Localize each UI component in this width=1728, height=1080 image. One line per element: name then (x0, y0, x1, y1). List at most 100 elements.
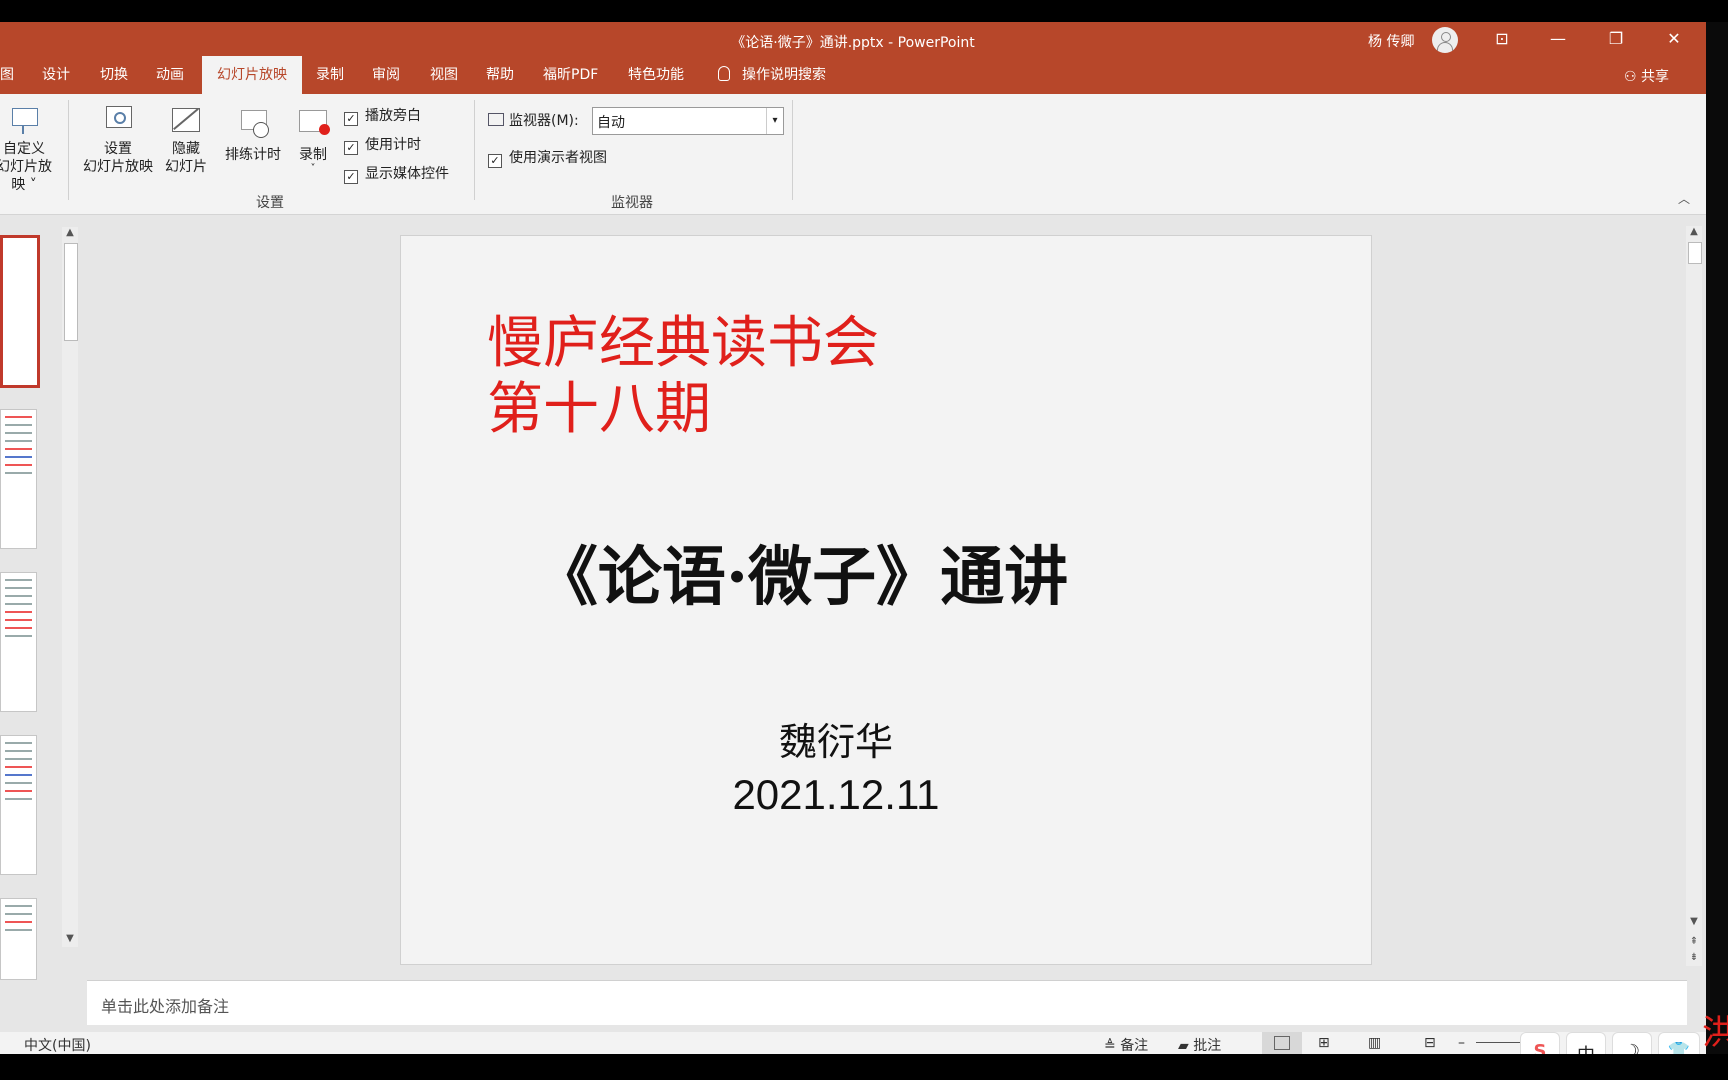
tab-foxit-pdf[interactable]: 福昕PDF (543, 56, 598, 94)
avatar-head-icon (1441, 32, 1451, 42)
notes-pane[interactable]: 单击此处添加备注 (87, 980, 1687, 1025)
slide-thumbnail[interactable] (0, 409, 37, 549)
custom-show-line1: 自定义 (3, 141, 45, 157)
next-slide-icon[interactable]: ⇟ (1686, 952, 1702, 963)
setup-show-line2: 幻灯片放映 (83, 159, 153, 175)
grid-icon: ⊞ (1318, 1035, 1330, 1051)
scrollbar-thumb[interactable] (1688, 242, 1702, 264)
slide-author[interactable]: 魏衍华 (401, 711, 1271, 766)
comments-label: 批注 (1193, 1038, 1222, 1054)
ime-chinese-mode-button[interactable]: 中 (1566, 1032, 1606, 1054)
slide-date[interactable]: 2021.12.11 (401, 771, 1271, 819)
divider (792, 100, 793, 200)
collapse-ribbon-icon[interactable]: ︿ (1678, 190, 1690, 207)
slide-thumbnail[interactable] (0, 735, 37, 875)
reading-view-button[interactable]: ▥ (1368, 1035, 1381, 1051)
checkbox-check-icon: ✓ (344, 112, 358, 126)
user-name[interactable]: 杨 传卿 (1368, 31, 1414, 51)
slide-thumbnail[interactable] (0, 898, 37, 980)
hide-slide-icon (170, 104, 202, 136)
presenter-view-checkbox[interactable]: ✓ 使用演示者视图 (488, 147, 607, 168)
checkbox-check-icon: ✓ (344, 141, 358, 155)
tell-me-search[interactable]: 操作说明搜索 (718, 56, 826, 94)
setup-slide-show-button[interactable]: 设置 幻灯片放映 (78, 104, 158, 176)
tab-view[interactable]: 视图 (430, 56, 458, 94)
tab-help[interactable]: 帮助 (486, 56, 514, 94)
group-label-monitor: 监视器 (611, 195, 653, 211)
record-icon (297, 110, 330, 142)
play-narrations-checkbox[interactable]: ✓ 播放旁白 (344, 105, 421, 126)
slide-thumbnail-pane: ▲ ▼ (0, 215, 78, 1015)
thumbnail-scrollbar[interactable]: ▲ ▼ (62, 227, 78, 947)
tab-transitions[interactable]: 切换 (100, 56, 128, 94)
book-icon: ▥ (1368, 1035, 1382, 1051)
divider (68, 100, 69, 200)
tab-animations[interactable]: 动画 (156, 56, 184, 94)
status-bar: 中文(中国) ≜ 备注 ▰ 批注 ⊞ ▥ ⊟ – (0, 1032, 1706, 1054)
powerpoint-window: 《论语·微子》通讲.pptx - PowerPoint 杨 传卿 ⊡ — ❐ ✕… (0, 22, 1706, 1054)
tab-features[interactable]: 特色功能 (628, 56, 684, 94)
notes-toggle-button[interactable]: ≜ 备注 (1104, 1035, 1148, 1054)
tell-me-label: 操作说明搜索 (742, 67, 826, 83)
chinese-mode-icon: 中 (1567, 1041, 1605, 1054)
tab-design[interactable]: 设计 (42, 56, 70, 94)
comments-toggle-button[interactable]: ▰ 批注 (1178, 1035, 1221, 1054)
slide-sorter-button[interactable]: ⊞ (1318, 1035, 1330, 1051)
ribbon-display-options-button[interactable]: ⊡ (1474, 22, 1530, 56)
slide-show-view-button[interactable]: ⊟ (1424, 1035, 1436, 1051)
slide-title-line1[interactable]: 慢庐经典读书会 (487, 311, 879, 377)
normal-view-icon (1274, 1036, 1290, 1050)
normal-view-button[interactable] (1262, 1032, 1302, 1054)
notes-label: 备注 (1120, 1038, 1149, 1054)
tab-insert-partial[interactable]: 图 (0, 56, 14, 94)
tab-record[interactable]: 录制 (316, 56, 344, 94)
group-label-setup: 设置 (256, 195, 284, 211)
zoom-out-button[interactable]: – (1458, 1035, 1465, 1051)
restore-button[interactable]: ❐ (1588, 22, 1644, 56)
show-media-controls-label: 显示媒体控件 (365, 166, 449, 182)
avatar-body-icon (1437, 42, 1453, 53)
tab-slide-show[interactable]: 幻灯片放映 (202, 56, 302, 94)
monitor-icon (488, 113, 504, 126)
ime-sogou-button[interactable]: S (1520, 1032, 1560, 1054)
minimize-button[interactable]: — (1530, 22, 1586, 56)
rehearse-timings-button[interactable]: 排练计时 (220, 104, 286, 164)
custom-show-icon (8, 104, 40, 136)
scroll-down-icon[interactable]: ▼ (62, 933, 78, 944)
use-timings-checkbox[interactable]: ✓ 使用计时 (344, 134, 421, 155)
slide-title-line2[interactable]: 第十八期 (487, 377, 711, 443)
record-button[interactable]: 录制 ˅ (290, 104, 336, 174)
tab-review[interactable]: 审阅 (372, 56, 400, 94)
ribbon-slide-show: 自定义 幻灯片放映 ˅ 设置 幻灯片放映 隐藏 幻灯片 排练计时 录制 ˅ ✓ … (0, 94, 1706, 215)
slide-canvas[interactable]: 慢庐经典读书会 第十八期 《论语·微子》通讲 魏衍华 2021.12.11 (400, 235, 1372, 965)
scroll-up-icon[interactable]: ▲ (62, 227, 78, 238)
share-button[interactable]: ⚇ 共享 (1624, 66, 1669, 86)
slide-main-title[interactable]: 《论语·微子》通讲 (401, 526, 1201, 618)
monitor-select-value: 自动 (597, 115, 625, 131)
rehearse-label: 排练计时 (225, 147, 281, 163)
hide-slide-button[interactable]: 隐藏 幻灯片 (160, 104, 212, 176)
show-media-controls-checkbox[interactable]: ✓ 显示媒体控件 (344, 163, 449, 184)
ime-skin-button[interactable]: 👕 (1658, 1032, 1700, 1054)
scroll-up-icon[interactable]: ▲ (1686, 226, 1702, 237)
sogou-icon: S (1533, 1041, 1547, 1054)
notes-placeholder[interactable]: 单击此处添加备注 (101, 993, 229, 1017)
play-narrations-label: 播放旁白 (365, 108, 421, 124)
slide-thumbnail[interactable] (0, 572, 37, 712)
scrollbar-thumb[interactable] (64, 243, 78, 341)
slide-thumbnail[interactable] (0, 235, 40, 388)
chevron-down-icon: ▾ (766, 108, 783, 134)
language-status[interactable]: 中文(中国) (24, 1035, 91, 1054)
scroll-down-icon[interactable]: ▼ (1686, 916, 1702, 927)
divider (474, 100, 475, 200)
lightbulb-icon (718, 66, 730, 81)
background-partial-text: 洪 (1702, 1013, 1728, 1053)
slide-scrollbar[interactable]: ▲ ▼ ⇞ ⇟ (1686, 226, 1702, 966)
custom-slide-show-button[interactable]: 自定义 幻灯片放映 ˅ (0, 104, 56, 194)
monitor-select[interactable]: 自动 ▾ (592, 107, 784, 135)
ime-punctuation-button[interactable]: ☽ (1612, 1032, 1652, 1054)
avatar[interactable] (1432, 27, 1458, 53)
close-button[interactable]: ✕ (1646, 22, 1702, 56)
zoom-slider[interactable] (1476, 1042, 1524, 1043)
previous-slide-icon[interactable]: ⇞ (1686, 936, 1702, 947)
